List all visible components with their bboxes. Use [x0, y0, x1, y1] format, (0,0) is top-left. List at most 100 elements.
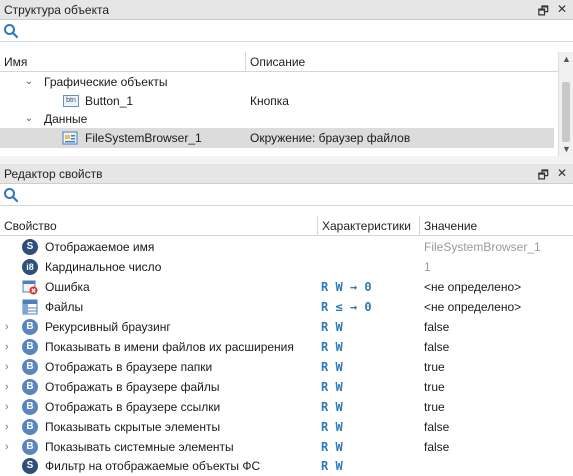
property-value[interactable]: true — [424, 380, 445, 394]
property-value[interactable]: <не определено> — [424, 300, 521, 314]
tree-item-filesystembrowser[interactable]: FileSystemBrowser_1 Окружение: браузер ф… — [0, 128, 554, 148]
scrollbar-thumb[interactable] — [562, 82, 570, 142]
property-characteristics: R W — [321, 340, 343, 354]
property-row-show-system[interactable]: › B Показывать системные элементы R W fa… — [0, 437, 573, 457]
property-row-show-extensions[interactable]: › B Показывать в имени файлов их расшире… — [0, 337, 573, 357]
chevron-right-icon[interactable]: › — [5, 321, 9, 333]
chevron-right-icon[interactable]: › — [5, 341, 9, 353]
property-value[interactable]: true — [424, 360, 445, 374]
column-name[interactable]: Имя — [0, 51, 246, 72]
chevron-right-icon[interactable]: › — [5, 421, 9, 433]
property-row-show-files[interactable]: › B Отображать в браузере файлы R W true — [0, 377, 573, 397]
property-name: Кардинальное число — [45, 260, 162, 274]
property-name: Фильтр на отображаемые объекты ФС — [45, 459, 261, 473]
property-row-filter[interactable]: S Фильтр на отображаемые объекты ФС R W — [0, 456, 573, 476]
property-name: Отображать в браузере ссылки — [45, 400, 221, 414]
column-property[interactable]: Свойство — [0, 215, 318, 236]
property-name: Показывать в имени файлов их расширения — [45, 340, 294, 354]
property-row-display-name[interactable]: S Отображаемое имя FileSystemBrowser_1 — [0, 237, 573, 257]
property-value[interactable]: 1 — [424, 260, 431, 274]
property-row-error[interactable]: Ошибка R W → 0 <не определено> — [0, 277, 573, 297]
chevron-down-icon[interactable]: ⌄ — [24, 77, 34, 87]
button-icon: btn — [63, 95, 79, 107]
tree-item-description: Кнопка — [250, 94, 289, 108]
property-value[interactable]: FileSystemBrowser_1 — [424, 240, 541, 254]
tree-item-label: FileSystemBrowser_1 — [85, 131, 202, 145]
property-value[interactable]: false — [424, 340, 449, 354]
property-characteristics: R W — [321, 459, 343, 473]
boolean-type-icon: B — [22, 379, 38, 395]
property-row-show-links[interactable]: › B Отображать в браузере ссылки R W tru… — [0, 397, 573, 417]
property-value[interactable]: false — [424, 440, 449, 454]
property-row-show-folders[interactable]: › B Отображать в браузере папки R W true — [0, 357, 573, 377]
boolean-type-icon: B — [22, 339, 38, 355]
property-name: Отображать в браузере файлы — [45, 380, 220, 394]
property-name: Ошибка — [45, 280, 90, 294]
property-characteristics: R ≤ → 0 — [321, 300, 372, 314]
chevron-right-icon[interactable]: › — [5, 361, 9, 373]
property-characteristics: R W — [321, 420, 343, 434]
properties-panel-header: Редактор свойств 🗗 ✕ — [0, 164, 573, 184]
chevron-right-icon[interactable]: › — [5, 381, 9, 393]
column-description[interactable]: Описание — [246, 52, 558, 72]
boolean-type-icon: B — [22, 439, 38, 455]
property-name: Показывать скрытые элементы — [45, 420, 221, 434]
property-characteristics: R W — [321, 400, 343, 414]
structure-scrollbar[interactable]: ▲ ▼ — [558, 52, 573, 156]
property-name: Отображаемое имя — [45, 240, 155, 254]
property-name: Файлы — [45, 300, 84, 314]
tree-item-button[interactable]: btn Button_1 Кнопка — [0, 91, 558, 111]
property-row-show-hidden[interactable]: › B Показывать скрытые элементы R W fals… — [0, 417, 573, 437]
property-characteristics: R W — [321, 320, 343, 334]
boolean-type-icon: B — [22, 359, 38, 375]
property-value[interactable]: false — [424, 320, 449, 334]
property-characteristics: R W — [321, 380, 343, 394]
boolean-type-icon: B — [22, 419, 38, 435]
panel-splitter[interactable] — [0, 156, 573, 164]
chevron-right-icon[interactable]: › — [5, 441, 9, 453]
scroll-up-icon[interactable]: ▲ — [562, 54, 571, 64]
structure-search-bar — [0, 20, 573, 42]
property-name: Отображать в браузере папки — [45, 360, 213, 374]
structure-column-header: Имя Описание — [0, 51, 558, 72]
table-icon — [22, 299, 38, 315]
properties-column-header: Свойство Характеристики Значение — [0, 215, 573, 236]
properties-search-bar — [0, 184, 573, 206]
structure-search-input[interactable] — [22, 22, 562, 40]
property-name: Рекурсивный браузинг — [45, 320, 171, 334]
chevron-right-icon[interactable]: › — [5, 401, 9, 413]
property-value[interactable]: <не определено> — [424, 280, 521, 294]
structure-panel-header: Структура объекта 🗗 ✕ — [0, 0, 573, 20]
column-characteristics[interactable]: Характеристики — [318, 215, 420, 236]
property-row-recursive[interactable]: › B Рекурсивный браузинг R W false — [0, 317, 573, 337]
error-icon — [22, 280, 38, 295]
properties-search-input[interactable] — [22, 186, 562, 204]
string-type-icon: S — [22, 239, 38, 255]
string-type-icon: S — [22, 458, 38, 474]
property-row-cardinality[interactable]: i8 Кардинальное число 1 — [0, 257, 573, 277]
integer-type-icon: i8 — [22, 259, 38, 275]
property-characteristics: R W — [321, 440, 343, 454]
property-characteristics: R W — [321, 360, 343, 374]
tree-item-description: Окружение: браузер файлов — [250, 131, 411, 145]
property-row-files[interactable]: Файлы R ≤ → 0 <не определено> — [0, 297, 573, 317]
search-icon — [4, 24, 19, 39]
scroll-down-icon[interactable]: ▼ — [562, 144, 571, 154]
boolean-type-icon: B — [22, 319, 38, 335]
property-value[interactable]: false — [424, 420, 449, 434]
search-icon — [4, 188, 19, 203]
tree-item-label: Графические объекты — [44, 75, 168, 89]
tree-item-label: Button_1 — [85, 94, 134, 108]
boolean-type-icon: B — [22, 399, 38, 415]
column-value[interactable]: Значение — [420, 216, 573, 236]
chevron-down-icon[interactable]: ⌄ — [24, 114, 34, 124]
tree-item-graphic-objects[interactable]: ⌄ Графические объекты — [0, 72, 558, 92]
tree-item-data[interactable]: ⌄ Данные — [0, 109, 558, 129]
properties-panel-title: Редактор свойств — [4, 166, 103, 181]
property-name: Показывать системные элементы — [45, 440, 234, 454]
property-characteristics: R W → 0 — [321, 280, 372, 294]
structure-panel-title: Структура объекта — [4, 2, 110, 17]
file-browser-icon — [62, 130, 80, 146]
tree-item-label: Данные — [44, 112, 88, 126]
property-value[interactable]: true — [424, 400, 445, 414]
